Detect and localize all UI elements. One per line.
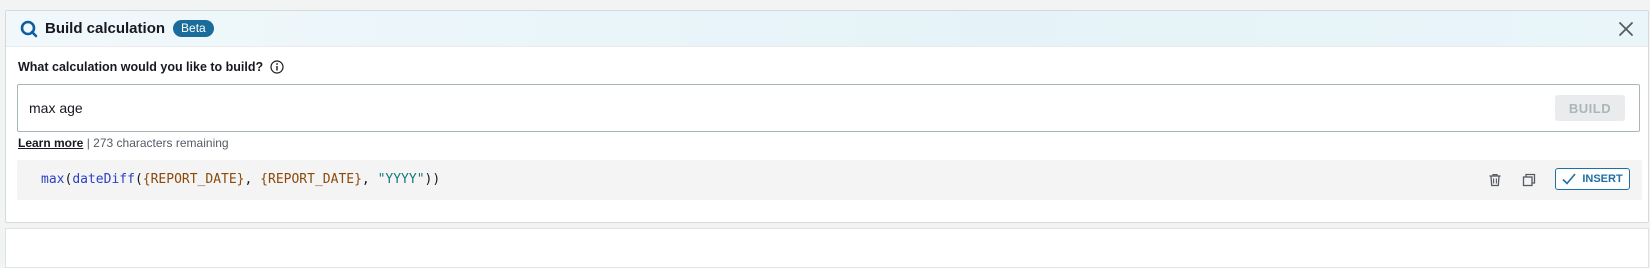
delete-button[interactable] xyxy=(1485,170,1505,190)
learn-more-link[interactable]: Learn more xyxy=(18,136,83,150)
insert-button[interactable]: INSERT xyxy=(1555,168,1630,190)
formula-token: )) xyxy=(424,172,441,187)
next-panel xyxy=(5,228,1649,268)
formula-token: max xyxy=(41,172,65,187)
formula-token: , xyxy=(361,172,378,187)
build-button[interactable]: BUILD xyxy=(1555,95,1625,121)
copy-button[interactable] xyxy=(1519,170,1539,190)
panel-header: Build calculation Beta xyxy=(6,11,1648,47)
copy-icon xyxy=(1522,173,1536,187)
formula-token: {REPORT_DATE} xyxy=(142,172,245,187)
formula-token: "YYYY" xyxy=(377,172,425,187)
formula-token: , xyxy=(244,172,261,187)
check-icon xyxy=(1562,173,1576,185)
trash-icon xyxy=(1489,174,1501,187)
helper-text: Learn more | 273 characters remaining xyxy=(18,136,229,150)
question-label: What calculation would you like to build… xyxy=(18,60,284,74)
insert-label: INSERT xyxy=(1582,173,1623,185)
helper-separator: | xyxy=(86,136,90,150)
question-text: What calculation would you like to build… xyxy=(18,60,264,74)
formula-token: {REPORT_DATE} xyxy=(260,172,362,187)
calculation-input[interactable] xyxy=(29,100,1429,116)
result-row: max(dateDiff({REPORT_DATE}, {REPORT_DATE… xyxy=(17,160,1642,200)
panel-title: Build calculation xyxy=(45,20,166,37)
info-icon[interactable] xyxy=(270,60,284,74)
generated-formula: max(dateDiff({REPORT_DATE}, {REPORT_DATE… xyxy=(41,172,440,187)
build-calculation-panel: Build calculation Beta What calculation … xyxy=(5,10,1649,223)
formula-token: ( xyxy=(134,172,143,187)
q-search-icon xyxy=(19,19,39,39)
beta-badge: Beta xyxy=(173,20,214,37)
formula-token: dateDiff xyxy=(72,172,135,187)
calculation-input-box: BUILD xyxy=(17,84,1640,132)
close-button[interactable] xyxy=(1616,19,1636,39)
characters-remaining: 273 characters remaining xyxy=(93,136,229,150)
close-icon xyxy=(1619,22,1633,36)
